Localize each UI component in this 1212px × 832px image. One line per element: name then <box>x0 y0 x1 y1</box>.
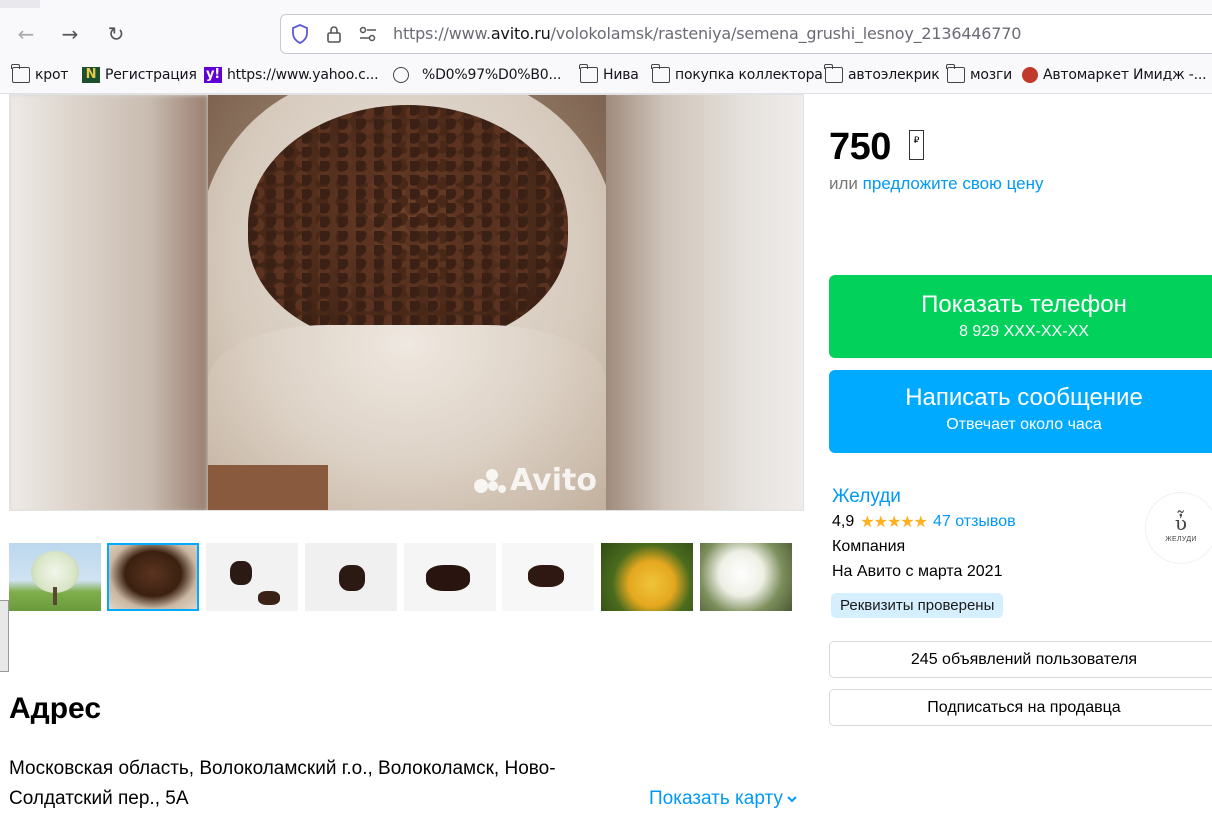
bookmarks-bar: крот N Регистрация y! https://www.yahoo.c.… <box>0 62 1212 90</box>
bookmark-niva[interactable]: Нива <box>579 62 639 88</box>
yahoo-icon: y! <box>204 67 222 83</box>
shield-icon[interactable] <box>289 23 311 45</box>
bookmark-encoded[interactable]: %D0%97%D0%B0... <box>393 62 561 88</box>
page-content: Avito Адрес Московская область, Волокола… <box>0 94 1212 832</box>
bookmark-collector[interactable]: покупка коллектора <box>651 62 823 88</box>
bookmark-autoelectric[interactable]: автоэлекрик <box>824 62 940 88</box>
table-image <box>208 465 328 510</box>
bookmark-registration[interactable]: N Регистрация <box>82 62 197 88</box>
thumbnail-sack[interactable] <box>107 543 199 611</box>
folder-icon <box>11 64 30 83</box>
seeds-image <box>248 105 568 345</box>
verified-badge: Реквизиты проверены <box>831 593 1004 618</box>
n-logo-icon: N <box>82 67 100 83</box>
write-message-button[interactable]: Написать сообщение Отвечает около часа <box>829 370 1212 453</box>
thumbnail-blossom[interactable] <box>700 543 792 611</box>
tab-strip <box>0 0 1212 8</box>
show-map-link[interactable]: Показать карту <box>649 788 797 810</box>
chevron-down-icon <box>787 796 797 803</box>
user-ads-button[interactable]: 245 объявлений пользователя <box>829 641 1212 678</box>
offer-price-text: или предложите свою цену <box>829 174 1044 193</box>
avito-watermark: Avito <box>474 463 597 498</box>
price: 750 <box>829 126 891 168</box>
browser-toolbar: ← → ↻ https://www.avito.ru/volokolamsk/r… <box>0 0 1212 94</box>
currency-symbol: ₽ <box>913 135 920 145</box>
show-phone-button[interactable]: Показать телефон 8 929 XXX-XX-XX <box>829 275 1212 358</box>
url-text[interactable]: https://www.avito.ru/volokolamsk/rasteni… <box>393 24 1021 43</box>
avito-logo-icon <box>474 467 508 495</box>
seller-since: На Авито с марта 2021 <box>832 563 1003 580</box>
side-tab[interactable] <box>0 600 9 672</box>
thumbnail-pears[interactable] <box>601 543 693 611</box>
folder-icon <box>946 64 965 83</box>
thumbnail-bag1[interactable] <box>206 543 298 611</box>
gallery-prev-blur[interactable] <box>10 95 208 510</box>
forward-arrow-icon[interactable]: → <box>56 20 84 48</box>
folder-icon <box>824 64 843 83</box>
thumbnail-strip <box>9 543 804 611</box>
folder-icon <box>651 64 670 83</box>
site-permissions-icon[interactable] <box>357 23 379 45</box>
back-arrow-icon[interactable]: ← <box>12 20 40 48</box>
subscribe-seller-button[interactable]: Подписаться на продавца <box>829 689 1212 726</box>
bookmark-yahoo[interactable]: y! https://www.yahoo.c... <box>204 62 379 88</box>
site-icon <box>1022 67 1038 83</box>
currency-missing-glyph: ₽ <box>909 130 924 160</box>
address-text: Московская область, Волоколамский г.о., … <box>9 758 556 809</box>
bookmark-krot[interactable]: крот <box>11 62 68 88</box>
bookmark-automarket[interactable]: Автомаркет Имидж -... <box>1022 62 1207 88</box>
offer-price-link[interactable]: предложите свою цену <box>863 174 1044 193</box>
main-photo-gallery[interactable]: Avito <box>9 94 804 511</box>
star-rating-icon: ★★★★★ <box>860 512 928 531</box>
seller-avatar[interactable]: ὖ ЖЕЛУДИ <box>1146 493 1212 563</box>
active-tab[interactable] <box>40 0 1212 8</box>
reload-icon[interactable]: ↻ <box>102 20 130 48</box>
globe-icon <box>393 67 409 83</box>
folder-icon <box>579 64 598 83</box>
thumbnail-seeds1[interactable] <box>404 543 496 611</box>
acorn-swirl-icon: ὖ <box>1174 511 1188 535</box>
lock-icon[interactable] <box>323 23 345 45</box>
seller-name-link[interactable]: Желуди <box>832 486 901 508</box>
thumbnail-seeds2[interactable] <box>502 543 594 611</box>
bookmark-brains[interactable]: мозги <box>946 62 1012 88</box>
thumbnail-tree[interactable] <box>9 543 101 611</box>
reviews-link[interactable]: 47 отзывов <box>933 513 1016 531</box>
seller-rating: 4,9 ★★★★★ 47 отзывов <box>832 512 1016 531</box>
main-photo[interactable]: Avito <box>208 95 606 510</box>
gallery-next-blur[interactable] <box>605 95 803 510</box>
seller-type: Компания <box>832 538 906 555</box>
thumbnail-bag2[interactable] <box>305 543 397 611</box>
address-title: Адрес <box>9 692 102 725</box>
address-bar[interactable]: https://www.avito.ru/volokolamsk/rasteni… <box>280 14 1212 54</box>
